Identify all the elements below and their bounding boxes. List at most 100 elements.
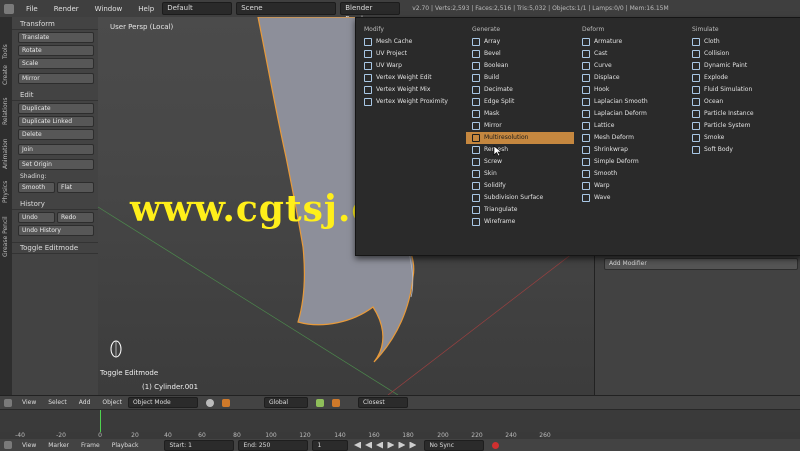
header-menu-add[interactable]: Add [73,399,97,406]
sync-mode-select[interactable]: No Sync [424,439,485,451]
menu-item-armature[interactable]: Armature [576,36,684,48]
menu-item-simple-deform[interactable]: Simple Deform [576,156,684,168]
add-modifier-button[interactable]: Add Modifier [604,258,798,270]
duplicate-linked-button[interactable]: Duplicate Linked [18,116,94,127]
duplicate-button[interactable]: Duplicate [18,103,94,114]
menu-item-boolean[interactable]: Boolean [466,60,574,72]
mirror-button[interactable]: Mirror [18,73,94,84]
manipulator-icon[interactable] [221,398,230,407]
menu-item-hook[interactable]: Hook [576,84,684,96]
menu-window[interactable]: Window [87,5,131,13]
menu-item-fluid-simulation[interactable]: Fluid Simulation [686,84,794,96]
prev-keyframe-icon[interactable] [365,442,372,449]
menu-item-cloth[interactable]: Cloth [686,36,794,48]
start-frame-field[interactable]: Start: 1 [164,439,235,451]
snap-icon[interactable] [331,398,340,407]
menu-item-multiresolution[interactable]: Multiresolution [466,132,574,144]
menu-item-mesh-deform[interactable]: Mesh Deform [576,132,684,144]
info-editor-icon[interactable] [4,3,14,14]
jump-end-icon[interactable] [409,441,417,449]
current-frame-cursor[interactable] [100,410,101,432]
timeline-editor-icon[interactable] [4,441,12,449]
menu-item-collision[interactable]: Collision [686,48,794,60]
menu-item-triangulate[interactable]: Triangulate [466,204,574,216]
menu-item-lattice[interactable]: Lattice [576,120,684,132]
object-mode-select[interactable]: Object Mode [127,397,198,408]
timeline-menu-frame[interactable]: Frame [75,442,106,449]
current-frame-field[interactable]: 1 [312,439,349,451]
operator-toggle-editmode[interactable]: Toggle Editmode [12,242,98,254]
timeline-menu-playback[interactable]: Playback [106,442,145,449]
shade-flat-button[interactable]: Flat [57,182,94,193]
menu-item-laplacian-smooth[interactable]: Laplacian Smooth [576,96,684,108]
menu-item-vertex-weight-proximity[interactable]: Vertex Weight Proximity [358,96,466,108]
redo-button[interactable]: Redo [57,212,94,223]
transform-orientation-select[interactable]: Global [263,397,308,408]
menu-file[interactable]: File [18,5,46,13]
menu-item-laplacian-deform[interactable]: Laplacian Deform [576,108,684,120]
menu-item-wireframe[interactable]: Wireframe [466,216,574,228]
menu-item-ocean[interactable]: Ocean [686,96,794,108]
menu-item-vertex-weight-edit[interactable]: Vertex Weight Edit [358,72,466,84]
menu-item-decimate[interactable]: Decimate [466,84,574,96]
menu-item-explode[interactable]: Explode [686,72,794,84]
menu-item-screw[interactable]: Screw [466,156,574,168]
rotate-button[interactable]: Rotate [18,45,94,56]
menu-help[interactable]: Help [130,5,162,13]
menu-item-array[interactable]: Array [466,36,574,48]
header-menu-view[interactable]: View [16,399,42,406]
menu-item-edge-split[interactable]: Edge Split [466,96,574,108]
timeline-menu-view[interactable]: View [16,442,42,449]
menu-item-soft-body[interactable]: Soft Body [686,144,794,156]
next-keyframe-icon[interactable] [398,441,406,449]
menu-item-uv-warp[interactable]: UV Warp [358,60,466,72]
menu-item-subdivision-surface[interactable]: Subdivision Surface [466,192,574,204]
menu-item-particle-system[interactable]: Particle System [686,120,794,132]
menu-item-wave[interactable]: Wave [576,192,684,204]
panel-edit-header[interactable]: Edit [12,90,98,101]
shade-smooth-button[interactable]: Smooth [18,182,55,193]
undo-button[interactable]: Undo [18,212,55,223]
menu-item-vertex-weight-mix[interactable]: Vertex Weight Mix [358,84,466,96]
menu-item-solidify[interactable]: Solidify [466,180,574,192]
menu-render[interactable]: Render [46,5,87,13]
menu-item-shrinkwrap[interactable]: Shrinkwrap [576,144,684,156]
menu-item-bevel[interactable]: Bevel [466,48,574,60]
timeline-track[interactable] [0,410,800,432]
menu-item-mask[interactable]: Mask [466,108,574,120]
set-origin-button[interactable]: Set Origin [18,159,94,170]
panel-transform-header[interactable]: Transform [12,19,98,30]
menu-item-curve[interactable]: Curve [576,60,684,72]
render-engine-select[interactable]: Blender Render [340,2,401,23]
scene-select[interactable]: Scene [236,2,337,15]
menu-item-mirror[interactable]: Mirror [466,120,574,132]
header-menu-object[interactable]: Object [96,399,128,406]
menu-item-smoke[interactable]: Smoke [686,132,794,144]
menu-item-smooth[interactable]: Smooth [576,168,684,180]
record-icon[interactable] [492,441,500,449]
menu-item-cast[interactable]: Cast [576,48,684,60]
menu-item-displace[interactable]: Displace [576,72,684,84]
menu-item-skin[interactable]: Skin [466,168,574,180]
menu-item-mesh-cache[interactable]: Mesh Cache [358,36,466,48]
menu-item-dynamic-paint[interactable]: Dynamic Paint [686,60,794,72]
viewport-shading-icon[interactable] [205,398,214,407]
screen-layout-select[interactable]: Default [162,2,233,15]
scale-button[interactable]: Scale [18,58,94,69]
menu-item-remesh[interactable]: Remesh [466,144,574,156]
timeline-menu-marker[interactable]: Marker [42,442,75,449]
layer-icon[interactable] [315,398,324,407]
menu-item-uv-project[interactable]: UV Project [358,48,466,60]
header-menu-select[interactable]: Select [42,399,73,406]
panel-history-header[interactable]: History [12,199,98,210]
join-button[interactable]: Join [18,144,94,155]
undo-history-button[interactable]: Undo History [18,225,94,236]
play-reverse-icon[interactable] [376,442,383,449]
end-frame-field[interactable]: End: 250 [238,439,309,451]
translate-button[interactable]: Translate [18,32,94,43]
jump-start-icon[interactable] [354,442,361,449]
snap-target-select[interactable]: Closest [357,397,408,408]
menu-item-build[interactable]: Build [466,72,574,84]
editor-type-icon[interactable] [4,398,12,407]
play-icon[interactable] [387,441,395,449]
